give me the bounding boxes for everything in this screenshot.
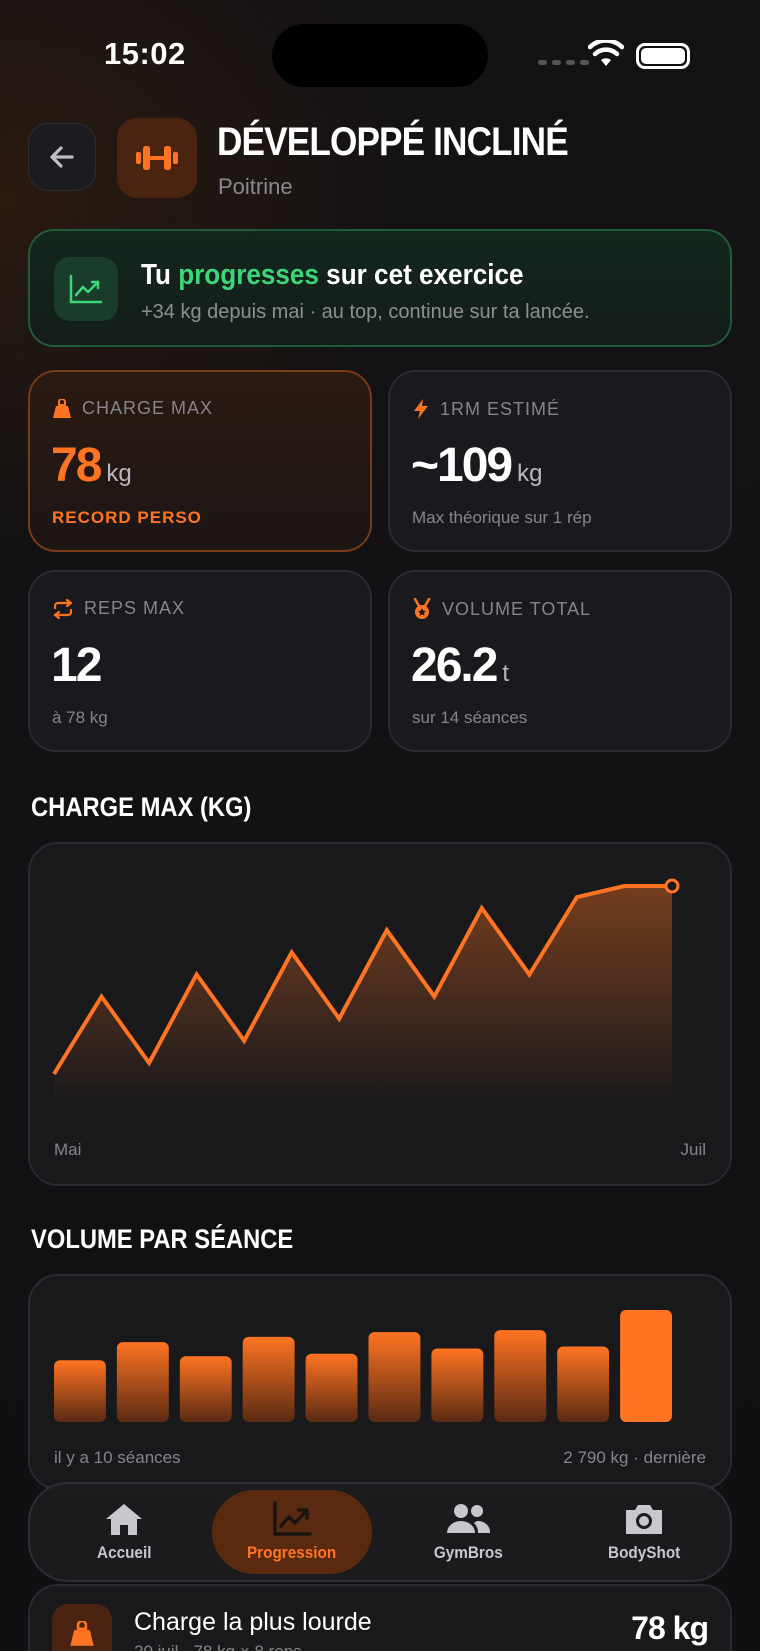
page-header: DÉVELOPPÉ INCLINÉ Poitrine (28, 118, 732, 199)
stat-card-1rm[interactable]: 1RM ESTIMÉ ~109 kg Max théorique sur 1 ré… (388, 370, 732, 552)
record-subtitle: 20 juil · 78 kg × 8 reps (134, 1642, 302, 1651)
bottom-tab-bar: Accueil Progression GymBros BodyShot (28, 1482, 732, 1582)
chart-icon (273, 1501, 312, 1536)
status-time: 15:02 (104, 36, 186, 71)
weight-icon (53, 398, 71, 418)
muscle-group-label: Poitrine (218, 174, 293, 199)
x-axis-end-label: Juil (680, 1140, 706, 1159)
volume-left-label: il y a 10 séances (54, 1448, 181, 1467)
tab-label: Progression (247, 1543, 337, 1562)
tab-label: BodyShot (607, 1543, 681, 1562)
camera-icon (626, 1505, 662, 1534)
volume-right-label: 2 790 kg · dernière (563, 1448, 706, 1467)
weight-icon (52, 1604, 112, 1651)
stat-note: Max théorique sur 1 rép (412, 508, 592, 527)
stat-note: à 78 kg (52, 708, 108, 727)
bolt-icon (414, 399, 428, 419)
stat-value: 78 kg (51, 439, 132, 492)
volume-bar (431, 1348, 484, 1422)
tab-accueil[interactable]: Accueil (44, 1490, 204, 1574)
home-icon (106, 1504, 142, 1535)
stat-note: sur 14 séances (412, 708, 528, 727)
repeat-icon (53, 598, 73, 619)
volume-bar-chart (54, 1310, 672, 1422)
volume-bar (116, 1342, 169, 1422)
volume-bar (305, 1353, 358, 1422)
back-button[interactable] (28, 123, 96, 191)
signal-icon (538, 60, 589, 65)
banner-title: Tu progresses sur cet exercice (141, 259, 524, 291)
volume-bar (54, 1360, 106, 1422)
charge-area-fill (54, 886, 672, 1106)
stat-card-reps-max[interactable]: REPS MAX 12 à 78 kg (28, 570, 372, 752)
tab-gymbros[interactable]: GymBros (388, 1490, 548, 1574)
charge-line-chart (52, 878, 680, 1106)
stat-label: CHARGE MAX (82, 398, 214, 418)
trend-up-icon (54, 257, 118, 321)
stat-value: 12 (51, 639, 102, 692)
stat-label: REPS MAX (84, 598, 186, 618)
tab-bodyshot[interactable]: BodyShot (564, 1490, 724, 1574)
stat-note: RECORD PERSO (52, 508, 202, 527)
volume-bar (242, 1336, 295, 1422)
status-bar: 15:02 (0, 0, 760, 110)
volume-bar (557, 1346, 610, 1422)
volume-bar (368, 1332, 421, 1422)
tab-label: Accueil (96, 1543, 152, 1562)
stat-card-charge-max[interactable]: CHARGE MAX 78 kg RECORD PERSO (28, 370, 372, 552)
tab-label: GymBros (433, 1543, 503, 1562)
banner-subtitle: +34 kg depuis mai · au top, continue sur… (141, 301, 590, 323)
x-axis-start-label: Mai (54, 1140, 82, 1159)
last-data-point (664, 878, 680, 894)
stat-label: VOLUME TOTAL (442, 598, 592, 619)
page-title: DÉVELOPPÉ INCLINÉ (217, 120, 569, 164)
volume-chart-panel: il y a 10 séances 2 790 kg · dernière (28, 1274, 732, 1490)
arrow-left-icon (50, 146, 74, 168)
stat-card-volume-total[interactable]: VOLUME TOTAL 26.2 t sur 14 séances (388, 570, 732, 752)
banner-highlight: progresses (178, 259, 319, 291)
record-value: 78 kg (631, 1610, 709, 1646)
tab-progression[interactable]: Progression (212, 1490, 372, 1574)
charge-chart-panel: Mai Juil (28, 842, 732, 1186)
stat-value: 26.2 t (411, 639, 510, 692)
users-icon (447, 1504, 491, 1533)
stat-label: 1RM ESTIMÉ (440, 398, 561, 419)
medal-icon (413, 598, 431, 619)
section-title-volume: VOLUME PAR SÉANCE (31, 1224, 294, 1254)
record-row-heaviest[interactable]: Charge la plus lourde 20 juil · 78 kg × … (28, 1584, 732, 1651)
record-title: Charge la plus lourde (134, 1608, 372, 1636)
battery-icon (636, 43, 690, 69)
progress-banner: Tu progresses sur cet exercice +34 kg de… (28, 229, 732, 347)
section-title-charge: CHARGE MAX (KG) (31, 792, 252, 822)
dumbbell-icon (117, 118, 197, 198)
volume-bar (494, 1330, 547, 1422)
volume-bar (620, 1310, 672, 1422)
volume-bar (179, 1356, 232, 1422)
stat-value: ~109 kg (411, 439, 543, 492)
dynamic-island (272, 24, 488, 87)
wifi-icon (588, 40, 624, 66)
